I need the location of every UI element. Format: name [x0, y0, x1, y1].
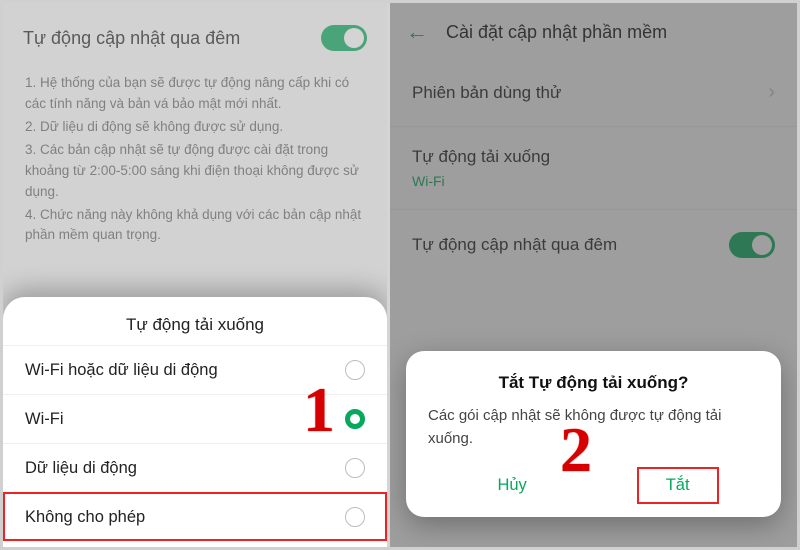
option-wifi-or-mobile[interactable]: Wi-Fi hoặc dữ liệu di động	[3, 345, 387, 394]
screenshot-right: ← Cài đặt cập nhật phần mềm Phiên bản dù…	[390, 3, 797, 547]
note-line: 3. Các bản cập nhật sẽ tự động được cài …	[25, 140, 365, 203]
auto-update-overnight-label: Tự động cập nhật qua đêm	[23, 28, 240, 49]
radio-icon	[345, 360, 365, 380]
note-line: 1. Hệ thống của bạn sẽ được tự động nâng…	[25, 73, 365, 115]
option-label: Wi-Fi hoặc dữ liệu di động	[25, 361, 218, 380]
confirm-dialog: Tắt Tự động tải xuống? Các gói cập nhật …	[406, 351, 781, 517]
radio-icon	[345, 507, 365, 527]
option-wifi[interactable]: Wi-Fi	[3, 394, 387, 443]
auto-update-overnight-row[interactable]: Tự động cập nhật qua đêm	[3, 3, 387, 69]
confirm-button[interactable]: Tắt	[638, 468, 718, 503]
option-mobile-data[interactable]: Dữ liệu di động	[3, 443, 387, 492]
option-label: Không cho phép	[25, 508, 145, 527]
toggle-on-icon[interactable]	[321, 25, 367, 51]
dialog-body: Các gói cập nhật sẽ không được tự động t…	[428, 405, 759, 450]
option-disallow[interactable]: Không cho phép	[3, 492, 387, 541]
radio-icon	[345, 458, 365, 478]
sheet-title: Tự động tải xuống	[3, 315, 387, 345]
radio-selected-icon	[345, 409, 365, 429]
info-notes: 1. Hệ thống của bạn sẽ được tự động nâng…	[3, 69, 387, 268]
note-line: 4. Chức năng này không khả dụng với các …	[25, 205, 365, 247]
screenshot-left: Tự động cập nhật qua đêm 1. Hệ thống của…	[3, 3, 387, 547]
option-label: Wi-Fi	[25, 410, 63, 429]
option-label: Dữ liệu di động	[25, 459, 137, 478]
note-line: 2. Dữ liệu di động sẽ không được sử dụng…	[25, 117, 365, 138]
dialog-actions: Hủy Tắt	[428, 468, 759, 503]
dialog-title: Tắt Tự động tải xuống?	[428, 373, 759, 393]
auto-download-sheet: Tự động tải xuống Wi-Fi hoặc dữ liệu di …	[3, 297, 387, 547]
cancel-button[interactable]: Hủy	[469, 468, 554, 503]
